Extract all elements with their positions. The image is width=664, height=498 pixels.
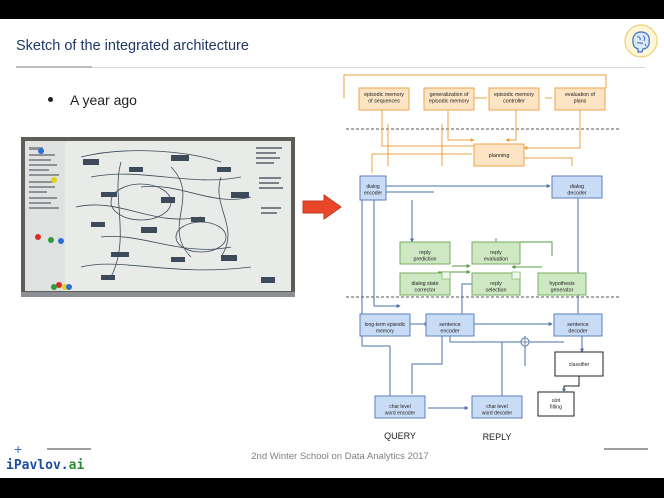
plus-icon: + [14,441,23,457]
box-generalization: generalization of episodic memory [429,92,469,105]
box-sentence-encoder: sentence encoder [439,322,461,335]
bottom-black-bar [0,478,664,498]
slide-title: Sketch of the integrated architecture [16,38,249,54]
box-sentence-decoder: sentence decoder [567,322,589,335]
top-black-bar [0,0,664,19]
box-hypothesis-generator: hypothesis generator [549,281,575,294]
footer-label: 2nd Winter School on Data Analytics 2017 [251,451,429,462]
brand-main: iPavlov. [6,458,69,473]
footer-text: 2nd Winter School on Data Analytics 2017 [0,451,664,462]
title-divider-accent [16,66,92,68]
brand-logo: iPavlov.ai [6,458,84,473]
footer-rule-right [604,448,648,450]
footer-rule-left [47,448,91,450]
whiteboard-photo [21,137,295,297]
box-planning: planning [489,153,510,159]
query-label: QUERY [384,431,416,441]
brand-ai: ai [68,458,85,473]
box-dialog-decoder: dialog decoder [567,184,586,197]
box-dialog-state-corrector: dialog state corrector [411,281,438,294]
reply-label: REPLY [483,432,512,442]
box-episodic-memory-seq: episodic memory of sequences [364,92,404,105]
box-classifier: classifier [569,362,590,368]
bullet-text: A year ago [70,92,137,108]
right-arrow-icon [302,194,342,220]
brain-logo-icon [624,24,658,58]
architecture-diagram: episodic memory of sequences generalizati… [343,74,620,442]
bullet-dot [48,97,53,102]
box-dialog-encoder: dialog encoder [364,184,382,197]
